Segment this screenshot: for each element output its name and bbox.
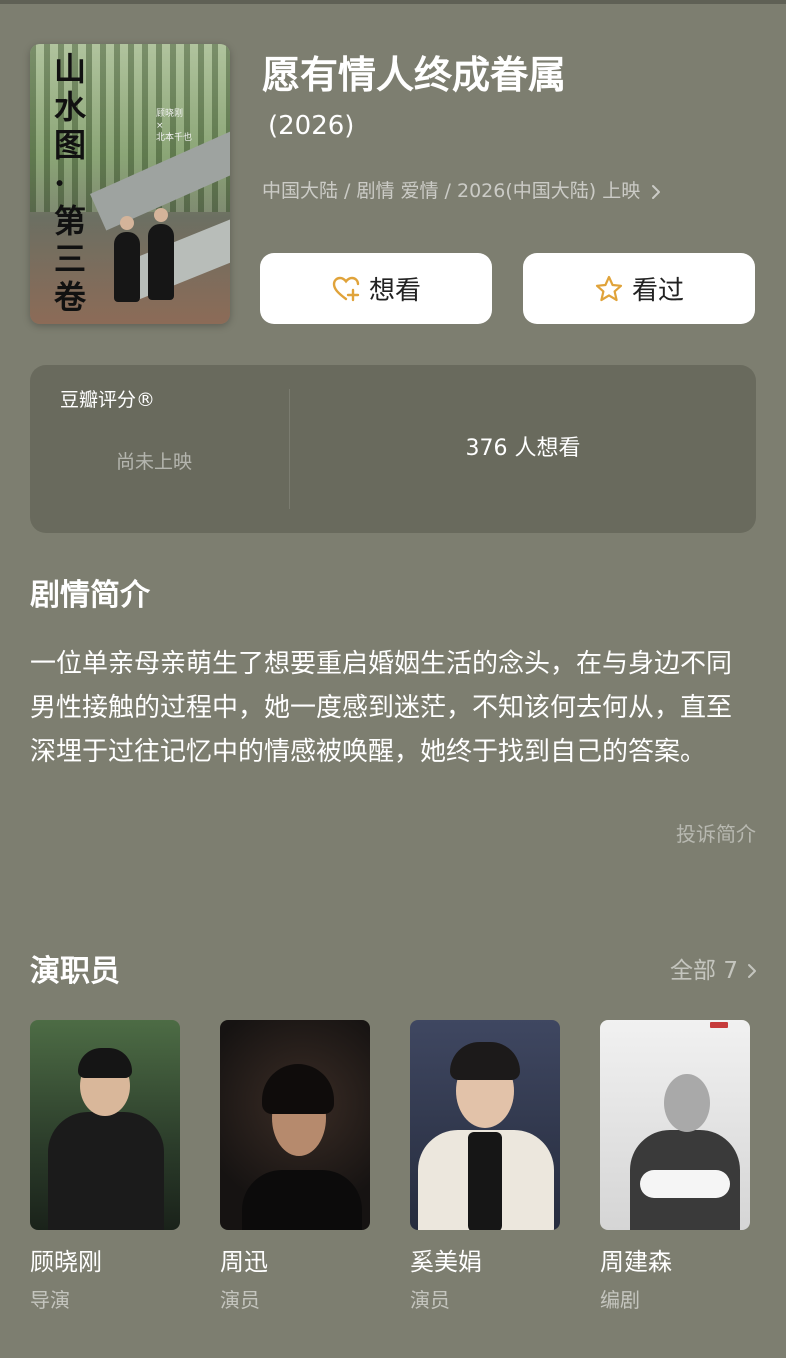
watched-button[interactable]: 看过 — [523, 253, 755, 324]
cast-photo — [30, 1020, 180, 1230]
want-count: 376 人想看 — [465, 436, 581, 461]
flag-icon — [710, 1022, 728, 1028]
cast-all-label: 全部 7 — [670, 958, 738, 984]
poster-title: 山水图·第三卷 — [54, 50, 87, 316]
cast-photo — [410, 1020, 560, 1230]
poster-credit: 顾晓刚 — [156, 109, 184, 119]
cast-photo — [600, 1020, 750, 1230]
cast-name: 周迅 — [220, 1248, 268, 1276]
star-icon — [595, 275, 623, 301]
watched-label: 看过 — [631, 276, 684, 306]
want-to-watch-button[interactable]: 想看 — [260, 253, 492, 324]
chevron-right-icon — [748, 964, 756, 978]
cast-member-card[interactable]: 顾晓刚 导演 — [30, 1020, 180, 1314]
poster-person-head — [154, 208, 168, 222]
cast-photo — [220, 1020, 370, 1230]
movie-poster[interactable]: 山水图·第三卷 顾晓刚 × 北本千也 — [30, 44, 230, 324]
cast-role: 编剧 — [600, 1288, 640, 1312]
photo-face — [664, 1074, 710, 1132]
photo-figure — [48, 1112, 164, 1230]
poster-credit: 北本千也 — [156, 133, 193, 143]
cast-role: 演员 — [410, 1288, 450, 1312]
want-to-watch-label: 想看 — [368, 276, 421, 306]
cast-name: 顾晓刚 — [30, 1248, 102, 1276]
cast-name: 奚美娟 — [410, 1248, 482, 1276]
movie-meta-text: 中国大陆 / 剧情 爱情 / 2026(中国大陆) 上映 — [262, 180, 641, 202]
movie-year: (2026) — [268, 111, 355, 141]
rating-card[interactable]: 豆瓣评分® 尚未上映 376 人想看 — [30, 365, 756, 533]
photo-hair — [450, 1042, 520, 1080]
photo-arms — [640, 1170, 730, 1198]
cast-all-link[interactable]: 全部 7 — [670, 954, 760, 988]
movie-meta-link[interactable]: 中国大陆 / 剧情 爱情 / 2026(中国大陆) 上映 — [262, 176, 662, 206]
chevron-right-icon — [652, 184, 661, 199]
synopsis-text: 一位单亲母亲萌生了想要重启婚姻生活的念头，在与身边不同男性接触的过程中，她一度感… — [30, 649, 733, 767]
photo-collar — [468, 1132, 502, 1230]
photo-figure — [242, 1170, 362, 1230]
rating-title: 豆瓣评分® — [60, 389, 156, 411]
photo-hair — [78, 1048, 132, 1078]
poster-person-head — [120, 216, 134, 230]
poster-credit: × — [156, 121, 164, 131]
cast-member-card[interactable]: 周建森 编剧 — [600, 1020, 750, 1314]
cast-member-card[interactable]: 周迅 演员 — [220, 1020, 370, 1314]
photo-hair — [262, 1064, 334, 1114]
poster-person — [148, 224, 174, 300]
cast-role: 导演 — [30, 1288, 70, 1312]
poster-credits: 顾晓刚 × 北本千也 — [156, 108, 216, 144]
cast-name: 周建森 — [600, 1248, 672, 1276]
report-synopsis-link[interactable]: 投诉简介 — [676, 820, 756, 848]
top-edge — [0, 0, 786, 4]
rating-status: 尚未上映 — [116, 451, 193, 473]
poster-person — [114, 232, 140, 302]
cast-member-card[interactable]: 奚美娟 演员 — [410, 1020, 560, 1314]
cast-role: 演员 — [220, 1288, 260, 1312]
synopsis-title: 剧情简介 — [30, 578, 150, 613]
movie-title: 愿有情人终成眷属 — [262, 53, 567, 97]
heart-plus-icon — [332, 276, 360, 301]
cast-title: 演职员 — [30, 954, 120, 989]
